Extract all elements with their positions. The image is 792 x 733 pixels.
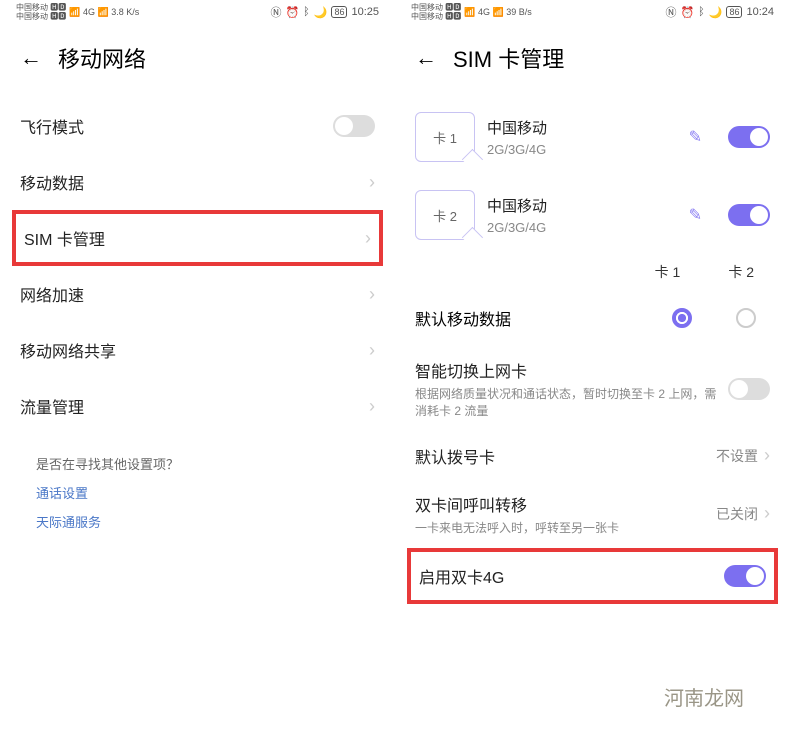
chevron-right-icon: › [764, 445, 770, 466]
page-title: SIM 卡管理 [453, 42, 564, 74]
back-button[interactable]: ← [20, 45, 42, 71]
sim-chip-icon: 卡 1 [415, 112, 475, 162]
default-data-sim2-radio[interactable] [736, 308, 756, 328]
dual-4g-row[interactable]: 启用双卡4G [411, 552, 774, 600]
call-settings-link[interactable]: 通话设置 [36, 483, 359, 502]
chevron-right-icon: › [369, 340, 375, 361]
hints-prompt: 是否在寻找其他设置项？ [36, 454, 359, 473]
signal-icon: 📶 4G 📶 39 B/s [464, 7, 531, 18]
smart-switch-toggle[interactable] [728, 378, 770, 400]
chevron-right-icon: › [369, 396, 375, 417]
network-accel-row[interactable]: 网络加速 › [0, 266, 395, 322]
status-bar: 中国移动 🅷🅳中国移动 🅷🅳 📶 4G 📶 3.8 K/s Ⓝ ⏰ ᛒ 🌙 86… [0, 0, 395, 24]
signal-icon: 📶 4G 📶 3.8 K/s [69, 7, 139, 18]
sim2-name: 中国移动 [487, 195, 677, 216]
chevron-right-icon: › [369, 172, 375, 193]
battery-icon: 86 [726, 6, 742, 18]
skytone-link[interactable]: 天际通服务 [36, 512, 359, 531]
sim1-bands: 2G/3G/4G [487, 142, 677, 157]
default-data-row: 默认移动数据 [395, 290, 790, 346]
dnd-icon: 🌙 [709, 6, 723, 19]
mobile-data-row[interactable]: 移动数据 › [0, 154, 395, 210]
sim1-toggle[interactable] [728, 126, 770, 148]
page-header: ← SIM 卡管理 [395, 24, 790, 98]
smart-switch-row[interactable]: 智能切换上网卡 根据网络质量状况和通话状态，暂时切换至卡 2 上网，需消耗卡 2… [395, 346, 790, 432]
bluetooth-icon: ᛒ [303, 6, 310, 18]
alarm-icon: ⏰ [285, 6, 299, 19]
page-title: 移动网络 [58, 42, 146, 74]
sim-management-row[interactable]: SIM 卡管理 › [16, 214, 379, 262]
airplane-toggle[interactable] [333, 115, 375, 137]
default-dial-row[interactable]: 默认拨号卡 不设置 › [395, 432, 790, 480]
tethering-row[interactable]: 移动网络共享 › [0, 322, 395, 378]
hints-section: 是否在寻找其他设置项？ 通话设置 天际通服务 [0, 434, 395, 551]
sim-card-1-row[interactable]: 卡 1 中国移动 2G/3G/4G ✎ [395, 98, 790, 176]
dual-4g-toggle[interactable] [724, 565, 766, 587]
chevron-right-icon: › [369, 284, 375, 305]
sim1-name: 中国移动 [487, 117, 677, 138]
edit-sim1-icon[interactable]: ✎ [689, 127, 702, 147]
clock-text: 10:24 [746, 6, 774, 18]
chevron-right-icon: › [764, 503, 770, 524]
battery-icon: 86 [331, 6, 347, 18]
nfc-icon: Ⓝ [270, 4, 281, 20]
dnd-icon: 🌙 [314, 6, 328, 19]
bluetooth-icon: ᛒ [698, 6, 705, 18]
data-usage-row[interactable]: 流量管理 › [0, 378, 395, 434]
back-button[interactable]: ← [415, 45, 437, 71]
sim2-bands: 2G/3G/4G [487, 220, 677, 235]
nfc-icon: Ⓝ [665, 4, 676, 20]
phone-right: 中国移动 🅷🅳中国移动 🅷🅳 📶 4G 📶 39 B/s Ⓝ ⏰ ᛒ 🌙 86 … [395, 0, 790, 604]
alarm-icon: ⏰ [680, 6, 694, 19]
default-data-sim1-radio[interactable] [672, 308, 692, 328]
phone-left: 中国移动 🅷🅳中国移动 🅷🅳 📶 4G 📶 3.8 K/s Ⓝ ⏰ ᛒ 🌙 86… [0, 0, 395, 551]
chevron-right-icon: › [365, 228, 371, 249]
airplane-label: 飞行模式 [20, 114, 84, 138]
airplane-mode-row[interactable]: 飞行模式 [0, 98, 395, 154]
sim-chip-icon: 卡 2 [415, 190, 475, 240]
edit-sim2-icon[interactable]: ✎ [689, 205, 702, 225]
sim-management-highlight: SIM 卡管理 › [12, 210, 383, 266]
page-header: ← 移动网络 [0, 24, 395, 98]
call-forward-row[interactable]: 双卡间呼叫转移 一卡来电无法呼入时，呼转至另一张卡 已关闭 › [395, 480, 790, 549]
radio-column-header: 卡 1 卡 2 [395, 254, 790, 290]
sim-card-2-row[interactable]: 卡 2 中国移动 2G/3G/4G ✎ [395, 176, 790, 254]
sim2-toggle[interactable] [728, 204, 770, 226]
status-bar: 中国移动 🅷🅳中国移动 🅷🅳 📶 4G 📶 39 B/s Ⓝ ⏰ ᛒ 🌙 86 … [395, 0, 790, 24]
clock-text: 10:25 [351, 6, 379, 18]
dual-4g-highlight: 启用双卡4G [407, 548, 778, 604]
watermark-text: 河南龙网 [664, 682, 744, 711]
